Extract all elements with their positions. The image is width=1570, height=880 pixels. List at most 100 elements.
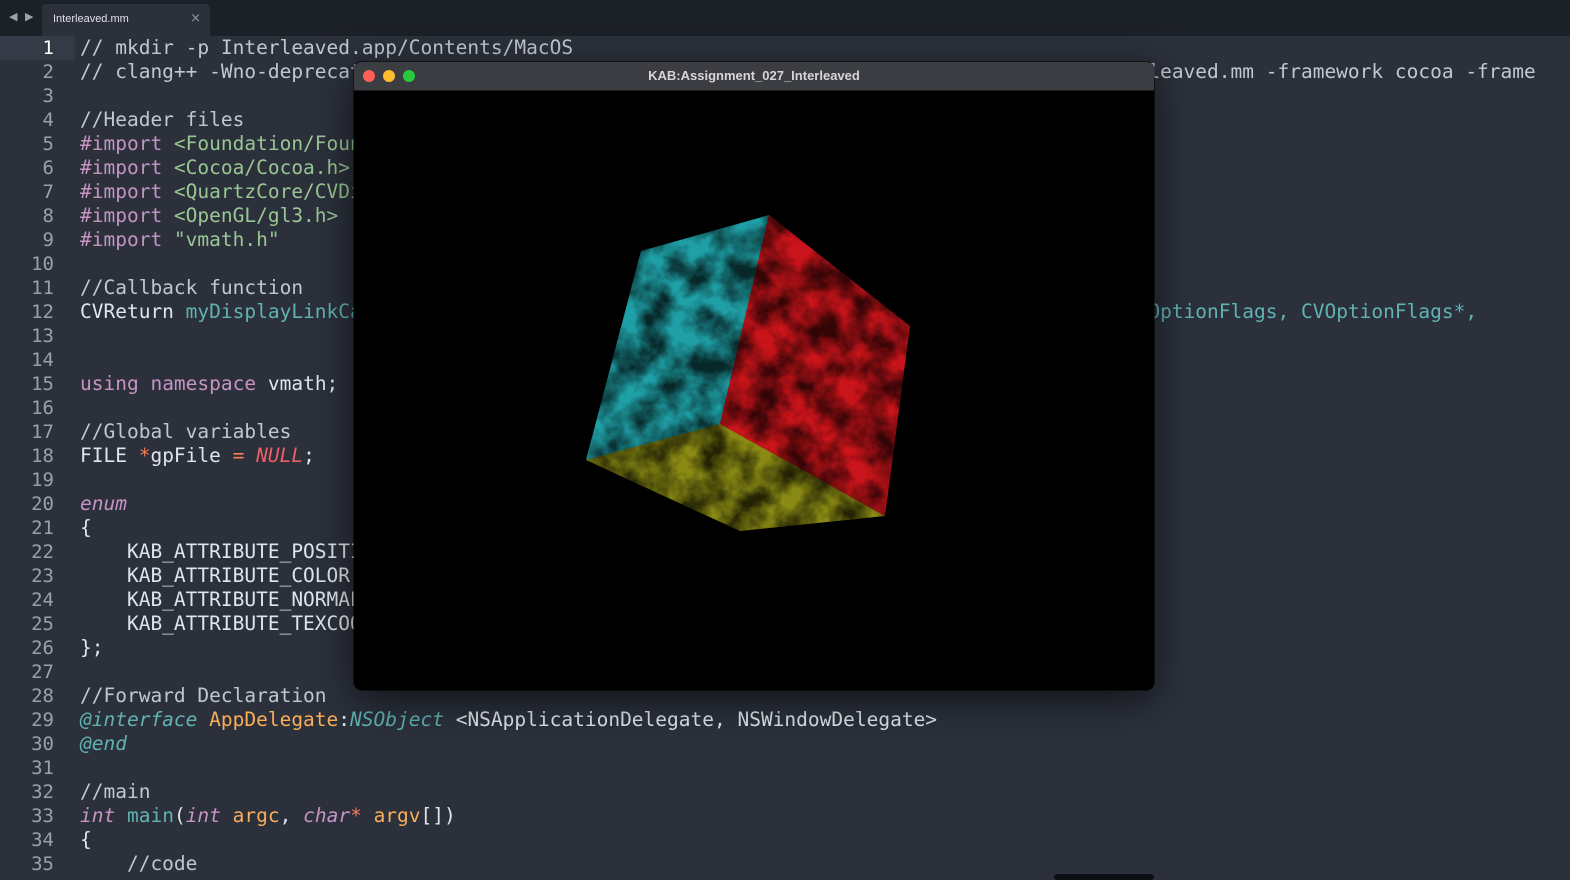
line-number: 2: [42, 61, 54, 83]
tab-interleaved[interactable]: Interleaved.mm ×: [42, 4, 210, 36]
code-token: #import: [80, 180, 174, 203]
line-code: //Forward Declaration: [80, 684, 327, 708]
line-code: #import <OpenGL/gl3.h>: [80, 204, 338, 228]
code-token: // mkdir -p Interleaved.app/Contents/Mac…: [80, 36, 574, 59]
line-number: 15: [31, 373, 54, 395]
code-line[interactable]: 29 @interface AppDelegate:NSObject <NSApp…: [0, 708, 1570, 732]
code-line[interactable]: 33 int main(int argc, char* argv[]): [0, 804, 1570, 828]
line-code: //code: [80, 852, 197, 876]
code-token: argv: [373, 804, 421, 827]
opengl-window[interactable]: KAB:Assignment_027_Interleaved: [354, 62, 1154, 690]
line-code: //main: [80, 780, 150, 804]
line-number: 29: [31, 709, 54, 731]
code-token: KAB_ATTRIBUTE_COLOR,: [80, 564, 362, 587]
code-token: KAB_ATTRIBUTE_TEXCOORD,: [80, 612, 397, 635]
code-line[interactable]: 32 //main: [0, 780, 1570, 804]
line-code: @interface AppDelegate:NSObject <NSAppli…: [80, 708, 937, 732]
code-token: <Cocoa/Cocoa.h>: [173, 156, 351, 179]
code-token: #import: [80, 228, 174, 251]
line-number: 24: [31, 589, 54, 611]
tab-bar: ◀ ▶ Interleaved.mm ×: [0, 0, 1570, 36]
code-token: *: [350, 804, 374, 827]
code-line[interactable]: 30 @end: [0, 732, 1570, 756]
line-number: 1: [42, 37, 54, 59]
code-token: NULL: [256, 444, 304, 467]
line-number: 31: [31, 757, 54, 779]
line-number: 33: [31, 805, 54, 827]
line-code: //Global variables: [80, 420, 291, 444]
code-token: {: [80, 828, 92, 851]
code-token: };: [80, 636, 104, 659]
code-line[interactable]: 31: [0, 756, 1570, 780]
code-token: //Forward Declaration: [80, 684, 327, 707]
line-number: 11: [31, 277, 54, 299]
code-token: argc: [232, 804, 280, 827]
line-code: enum: [80, 492, 127, 516]
code-token: ;: [303, 444, 315, 467]
code-token: //Global variables: [80, 420, 292, 443]
line-code: FILE *gpFile = NULL;: [80, 444, 315, 468]
line-number: 10: [31, 253, 54, 275]
code-token: NSObject: [350, 708, 456, 731]
code-token: #import: [80, 132, 174, 155]
line-number: 3: [42, 85, 54, 107]
code-token: #import: [80, 204, 174, 227]
code-token: []): [420, 804, 456, 827]
line-number: 14: [31, 349, 54, 371]
code-token: <OpenGL/gl3.h>: [173, 204, 339, 227]
code-token: char: [303, 804, 351, 827]
code-token: #import: [80, 156, 174, 179]
line-number: 5: [42, 133, 54, 155]
horizontal-scrollbar[interactable]: [1054, 874, 1154, 880]
code-token: *: [138, 444, 151, 467]
line-code: #import "vmath.h": [80, 228, 280, 252]
rotating-cube: [586, 215, 910, 531]
line-number: 27: [31, 661, 54, 683]
tab-nav-arrows[interactable]: ◀ ▶: [9, 10, 35, 23]
code-line[interactable]: 34 {: [0, 828, 1570, 852]
code-line[interactable]: 35 //code: [0, 852, 1570, 876]
code-token: vmath;: [267, 372, 339, 395]
line-number: 21: [31, 517, 54, 539]
line-number: 19: [31, 469, 54, 491]
code-token: =: [232, 444, 257, 467]
code-token: //code: [80, 852, 198, 875]
code-line[interactable]: 1 // mkdir -p Interleaved.app/Contents/Ma…: [0, 36, 1570, 60]
line-code: int main(int argc, char* argv[]): [80, 804, 456, 828]
line-number: 23: [31, 565, 54, 587]
line-number: 25: [31, 613, 54, 635]
line-number: 7: [42, 181, 54, 203]
code-token: //Callback function: [80, 276, 304, 299]
line-code: KAB_ATTRIBUTE_COLOR,: [80, 564, 362, 588]
code-token: namespace: [150, 372, 268, 395]
code-token: :: [338, 708, 351, 731]
gl-render-canvas[interactable]: [354, 91, 1154, 690]
line-number: 20: [31, 493, 54, 515]
code-token: enum: [80, 492, 127, 515]
code-token: gpFile: [150, 444, 233, 467]
line-number: 34: [31, 829, 54, 851]
line-number: 4: [42, 109, 54, 131]
code-token: KAB_ATTRIBUTE_NORMAL,: [80, 588, 374, 611]
line-number: 12: [31, 301, 54, 323]
code-token: int: [80, 804, 127, 827]
line-code: #import <Cocoa/Cocoa.h>: [80, 156, 350, 180]
line-number: 9: [42, 229, 54, 251]
code-token: main: [126, 804, 174, 827]
line-number: 17: [31, 421, 54, 443]
code-token: AppDelegate: [209, 708, 339, 731]
close-icon[interactable]: ×: [190, 11, 201, 26]
line-number: 8: [42, 205, 54, 227]
line-code: };: [80, 636, 103, 660]
window-title: KAB:Assignment_027_Interleaved: [648, 68, 860, 83]
line-number: 13: [31, 325, 54, 347]
line-code: KAB_ATTRIBUTE_TEXCOORD,: [80, 612, 397, 636]
code-token: (: [173, 804, 186, 827]
line-number: 6: [42, 157, 54, 179]
line-code: // mkdir -p Interleaved.app/Contents/Mac…: [80, 36, 573, 60]
line-number: 18: [31, 445, 54, 467]
window-titlebar[interactable]: KAB:Assignment_027_Interleaved: [354, 62, 1154, 91]
line-code: @end: [80, 732, 127, 756]
code-token: CVReturn: [80, 300, 186, 323]
code-token: @end: [80, 732, 127, 755]
